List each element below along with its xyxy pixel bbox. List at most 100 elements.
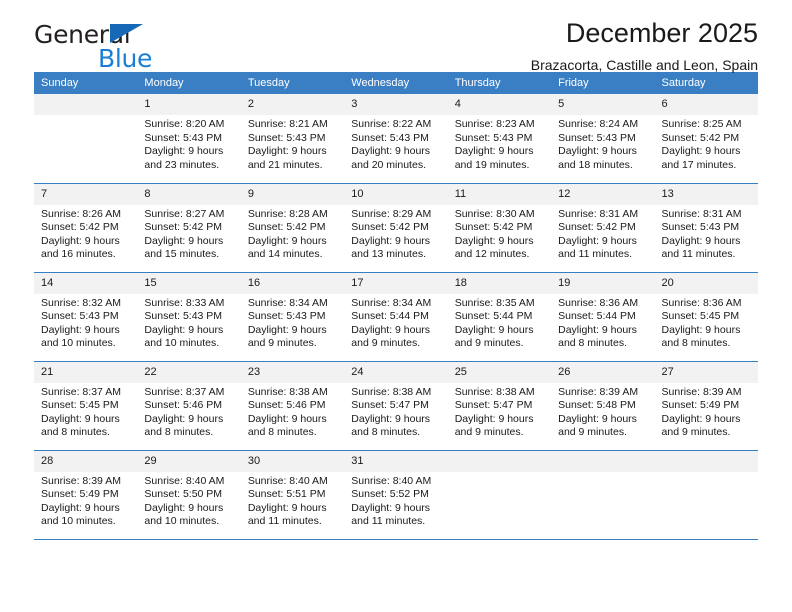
calendar-day-cell[interactable]: 23 Sunrise: 8:38 AM Sunset: 5:46 PM Dayligh…: [240, 361, 345, 451]
calendar-day-cell[interactable]: 3 Sunrise: 8:22 AM Sunset: 5:43 PM Daylight…: [344, 94, 448, 184]
daylight-text-line1: Daylight: 9 hours: [41, 501, 120, 514]
calendar-day-cell[interactable]: 24 Sunrise: 8:38 AM Sunset: 5:47 PM Dayligh…: [344, 361, 448, 451]
calendar-day-cell[interactable]: 7 Sunrise: 8:26 AM Sunset: 5:42 PM Daylight…: [34, 183, 138, 273]
logo-triangle-icon: [110, 24, 143, 43]
calendar-day-cell[interactable]: 6 Sunrise: 8:25 AM Sunset: 5:42 PM Daylight…: [654, 94, 758, 184]
calendar-day-cell[interactable]: 20 Sunrise: 8:36 AM Sunset: 5:45 PM Dayligh…: [654, 272, 758, 362]
calendar-day-cell[interactable]: 19 Sunrise: 8:36 AM Sunset: 5:44 PM Dayligh…: [551, 272, 655, 362]
daylight-text-line2: and 15 minutes.: [144, 248, 220, 261]
daylight-text-line1: Daylight: 9 hours: [144, 145, 224, 158]
calendar-day-cell[interactable]: 1 Sunrise: 8:20 AM Sunset: 5:43 PM Daylight…: [137, 94, 241, 184]
daylight-text-line2: and 8 minutes.: [558, 337, 627, 350]
daylight-text-line2: and 8 minutes.: [661, 337, 731, 350]
day-details: Sunrise: 8:20 AM Sunset: 5:43 PM Daylight:…: [137, 115, 240, 172]
daylight-text-line1: Daylight: 9 hours: [41, 323, 120, 336]
calendar-day-cell[interactable]: 11 Sunrise: 8:30 AM Sunset: 5:42 PM Dayligh…: [447, 183, 552, 273]
sunset-text: Sunset: 5:43 PM: [558, 131, 636, 144]
sunrise-text: Sunrise: 8:36 AM: [558, 296, 639, 309]
sunrise-text: Sunrise: 8:38 AM: [247, 385, 328, 398]
day-details: [551, 472, 654, 475]
sunset-text: Sunset: 5:47 PM: [454, 399, 533, 412]
calendar-day-cell[interactable]: 22 Sunrise: 8:37 AM Sunset: 5:46 PM Dayligh…: [137, 361, 241, 451]
day-number: 27: [654, 361, 758, 383]
daylight-text-line1: Daylight: 9 hours: [661, 323, 741, 336]
calendar-day-cell[interactable]: 16 Sunrise: 8:34 AM Sunset: 5:43 PM Dayligh…: [240, 272, 345, 362]
daylight-text-line1: Daylight: 9 hours: [351, 501, 431, 514]
daylight-text-line2: and 11 minutes.: [247, 515, 322, 528]
sunrise-text: Sunrise: 8:22 AM: [351, 118, 432, 130]
sunset-text: Sunset: 5:42 PM: [558, 221, 636, 234]
daylight-text-line2: and 18 minutes.: [558, 158, 633, 171]
day-number: 31: [344, 450, 448, 472]
day-number: 4: [447, 94, 552, 115]
calendar-day-cell[interactable]: 17 Sunrise: 8:34 AM Sunset: 5:44 PM Dayligh…: [344, 272, 448, 362]
calendar-day-cell[interactable]: 8 Sunrise: 8:27 AM Sunset: 5:42 PM Daylight…: [137, 183, 241, 273]
daylight-text-line2: and 16 minutes.: [41, 248, 116, 261]
general-blue-logo[interactable]: General Blue: [34, 22, 274, 74]
daylight-text-line2: and 8 minutes.: [144, 426, 214, 439]
day-details: Sunrise: 8:30 AM Sunset: 5:42 PM Daylight:…: [448, 205, 551, 262]
daylight-text-line2: and 11 minutes.: [558, 248, 633, 261]
calendar-day-cell[interactable]: 21 Sunrise: 8:37 AM Sunset: 5:45 PM Dayligh…: [34, 361, 138, 451]
day-details: Sunrise: 8:32 AM Sunset: 5:43 PM Daylight:…: [34, 294, 137, 351]
day-details: Sunrise: 8:31 AM Sunset: 5:43 PM Daylight:…: [655, 205, 758, 262]
calendar-day-cell[interactable]: 27 Sunrise: 8:39 AM Sunset: 5:49 PM Dayligh…: [654, 361, 758, 451]
day-details: Sunrise: 8:38 AM Sunset: 5:47 PM Daylight:…: [344, 383, 447, 440]
sunrise-text: Sunrise: 8:25 AM: [661, 118, 742, 130]
weekday-header-tuesday: Tuesday: [240, 72, 345, 94]
calendar-day-cell[interactable]: 15 Sunrise: 8:33 AM Sunset: 5:43 PM Dayligh…: [137, 272, 241, 362]
daylight-text-line2: and 8 minutes.: [41, 426, 110, 439]
sunset-text: Sunset: 5:42 PM: [247, 221, 326, 234]
calendar-header-row: Sunday Monday Tuesday Wednesday Thursday Frid…: [34, 72, 758, 94]
sunrise-text: Sunrise: 8:28 AM: [247, 207, 328, 220]
calendar-day-cell[interactable]: 29 Sunrise: 8:40 AM Sunset: 5:50 PM Dayligh…: [137, 450, 241, 540]
day-number: 8: [137, 183, 241, 205]
day-number: 5: [551, 94, 655, 115]
calendar-day-cell[interactable]: 2 Sunrise: 8:21 AM Sunset: 5:43 PM Daylight…: [240, 94, 345, 184]
calendar-day-cell[interactable]: 28 Sunrise: 8:39 AM Sunset: 5:49 PM Dayligh…: [34, 450, 138, 540]
daylight-text-line2: and 10 minutes.: [41, 515, 116, 528]
sunrise-text: Sunrise: 8:24 AM: [558, 118, 639, 130]
sunrise-text: Sunrise: 8:23 AM: [454, 118, 535, 130]
calendar-day-cell[interactable]: 9 Sunrise: 8:28 AM Sunset: 5:42 PM Daylight…: [240, 183, 345, 273]
calendar-day-cell[interactable]: 18 Sunrise: 8:35 AM Sunset: 5:44 PM Dayligh…: [447, 272, 552, 362]
sunrise-text: Sunrise: 8:38 AM: [454, 385, 535, 398]
calendar-day-cell[interactable]: 25 Sunrise: 8:38 AM Sunset: 5:47 PM Dayligh…: [447, 361, 552, 451]
day-number: [551, 450, 655, 472]
day-details: Sunrise: 8:31 AM Sunset: 5:42 PM Daylight:…: [551, 205, 654, 262]
page-subtitle: Brazacorta, Castille and Leon, Spain: [530, 57, 758, 73]
calendar-day-cell[interactable]: 5 Sunrise: 8:24 AM Sunset: 5:43 PM Daylight…: [551, 94, 655, 184]
calendar-day-cell[interactable]: 14 Sunrise: 8:32 AM Sunset: 5:43 PM Dayligh…: [34, 272, 138, 362]
calendar-day-cell[interactable]: 13 Sunrise: 8:31 AM Sunset: 5:43 PM Dayligh…: [654, 183, 758, 273]
day-details: Sunrise: 8:39 AM Sunset: 5:48 PM Daylight:…: [551, 383, 654, 440]
sunset-text: Sunset: 5:44 PM: [558, 310, 636, 323]
sunset-text: Sunset: 5:45 PM: [661, 310, 740, 323]
sunrise-text: Sunrise: 8:29 AM: [351, 207, 432, 220]
day-details: Sunrise: 8:34 AM Sunset: 5:43 PM Daylight:…: [241, 294, 344, 351]
calendar-day-cell[interactable]: 30 Sunrise: 8:40 AM Sunset: 5:51 PM Dayligh…: [240, 450, 345, 540]
day-number: 22: [137, 361, 241, 383]
calendar-day-cell[interactable]: 26 Sunrise: 8:39 AM Sunset: 5:48 PM Dayligh…: [551, 361, 655, 451]
calendar-day-cell[interactable]: 4 Sunrise: 8:23 AM Sunset: 5:43 PM Daylight…: [447, 94, 552, 184]
day-details: Sunrise: 8:36 AM Sunset: 5:44 PM Daylight:…: [551, 294, 654, 351]
page-header: General Blue December 2025 Brazacorta, C…: [34, 0, 758, 74]
day-number: 14: [34, 272, 138, 294]
sunrise-text: Sunrise: 8:39 AM: [661, 385, 742, 398]
calendar-day-cell[interactable]: 12 Sunrise: 8:31 AM Sunset: 5:42 PM Dayligh…: [551, 183, 655, 273]
calendar-page: General Blue December 2025 Brazacorta, C…: [0, 0, 792, 612]
calendar-week-row: 7 Sunrise: 8:26 AM Sunset: 5:42 PM Daylight…: [34, 183, 758, 273]
daylight-text-line2: and 12 minutes.: [454, 248, 530, 261]
day-details: Sunrise: 8:33 AM Sunset: 5:43 PM Daylight:…: [137, 294, 240, 351]
sunrise-text: Sunrise: 8:20 AM: [144, 118, 225, 130]
sunset-text: Sunset: 5:46 PM: [247, 399, 326, 412]
day-details: Sunrise: 8:36 AM Sunset: 5:45 PM Daylight:…: [655, 294, 758, 351]
day-details: [655, 472, 758, 475]
daylight-text-line1: Daylight: 9 hours: [41, 412, 120, 425]
daylight-text-line2: and 10 minutes.: [144, 515, 220, 528]
day-number: 15: [137, 272, 241, 294]
day-number: 29: [137, 450, 241, 472]
sunrise-text: Sunrise: 8:33 AM: [144, 296, 225, 309]
calendar-day-cell[interactable]: 10 Sunrise: 8:29 AM Sunset: 5:42 PM Dayligh…: [344, 183, 448, 273]
sunset-text: Sunset: 5:46 PM: [144, 399, 223, 412]
calendar-day-cell[interactable]: 31 Sunrise: 8:40 AM Sunset: 5:52 PM Dayligh…: [344, 450, 448, 540]
